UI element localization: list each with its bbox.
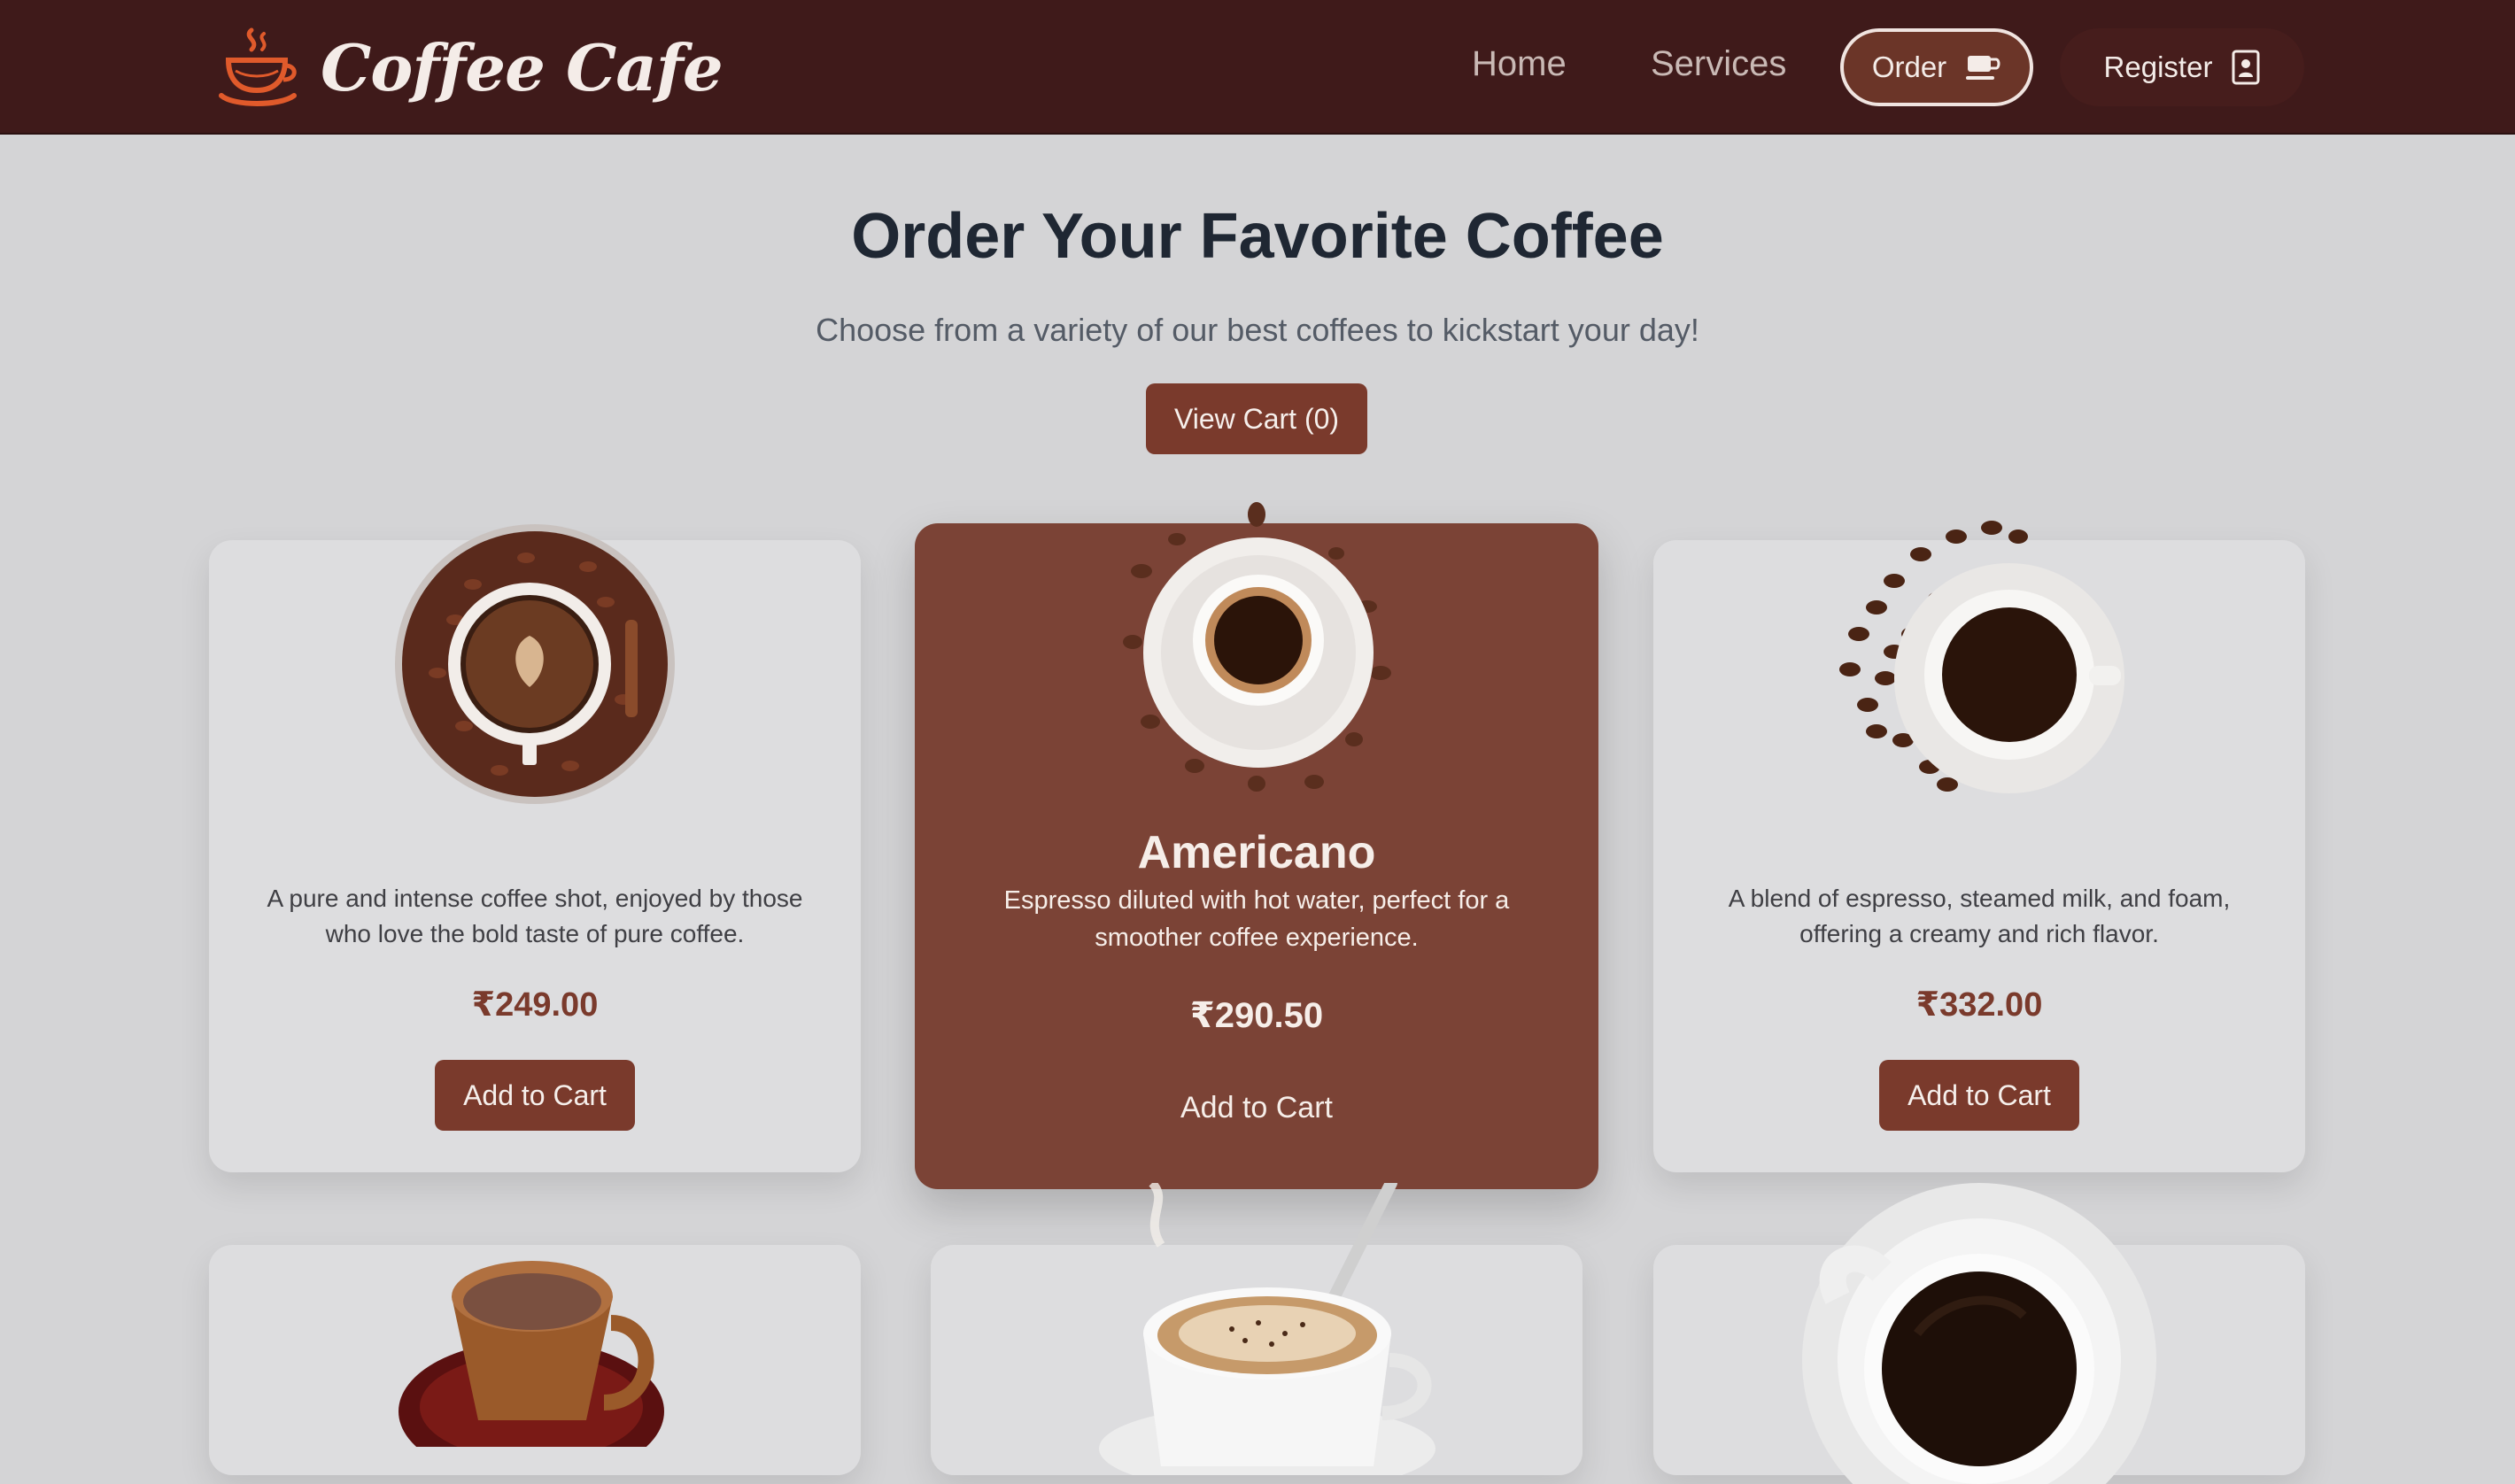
brand[interactable]: Coffee Cafe [216, 25, 724, 110]
product-price: ₹332.00 [1915, 986, 2043, 1024]
coffee-mug-icon [1966, 56, 2000, 80]
nav-order-button[interactable]: Order [1840, 28, 2033, 106]
product-description: Espresso diluted with hot water, perfect… [1003, 886, 1510, 952]
nav-register-button[interactable]: Register [2060, 28, 2304, 106]
espresso-image [395, 524, 675, 804]
product-card [931, 1183, 1583, 1475]
product-name: Americano [1137, 827, 1376, 878]
latte-image [1099, 1183, 1435, 1475]
add-to-cart-button[interactable]: Add to Cart [435, 1060, 635, 1131]
order-label: Order [1871, 50, 1947, 83]
page-subtitle: Choose from a variety of our best coffee… [816, 312, 1699, 348]
americano-image [1123, 502, 1391, 792]
product-card [1653, 1183, 2305, 1484]
turkish-coffee-image [399, 1261, 664, 1447]
add-to-cart-button[interactable]: Add to Cart [1157, 1072, 1357, 1143]
nav-home-link[interactable]: Home [1472, 44, 1567, 84]
product-card: A blend of espresso, steamed milk, and f… [1653, 521, 2305, 1172]
id-badge-icon [2232, 50, 2260, 85]
add-to-cart-button[interactable]: Add to Cart [1879, 1060, 2079, 1131]
cappuccino-beans-image [1839, 521, 2124, 793]
coffee-cup-icon [219, 27, 297, 106]
black-coffee-image [1802, 1183, 2156, 1484]
product-price: ₹249.00 [471, 986, 599, 1024]
view-cart-button[interactable]: View Cart (0) [1146, 383, 1367, 454]
product-card: A pure and intense coffee shot, enjoyed … [209, 524, 861, 1172]
product-price: ₹290.50 [1189, 996, 1324, 1035]
product-description: A blend of espresso, steamed milk, and f… [1728, 885, 2231, 947]
page-title: Order Your Favorite Coffee [851, 201, 1664, 272]
nav-services-link[interactable]: Services [1651, 44, 1786, 84]
product-card-highlighted: Americano Espresso diluted with hot wate… [915, 502, 1598, 1189]
register-label: Register [2103, 50, 2213, 83]
navbar: Coffee Cafe Home Services Order Register [0, 0, 2515, 135]
product-card [209, 1245, 861, 1475]
brand-name: Coffee Cafe [321, 29, 724, 105]
product-description: A pure and intense coffee shot, enjoyed … [267, 885, 803, 947]
